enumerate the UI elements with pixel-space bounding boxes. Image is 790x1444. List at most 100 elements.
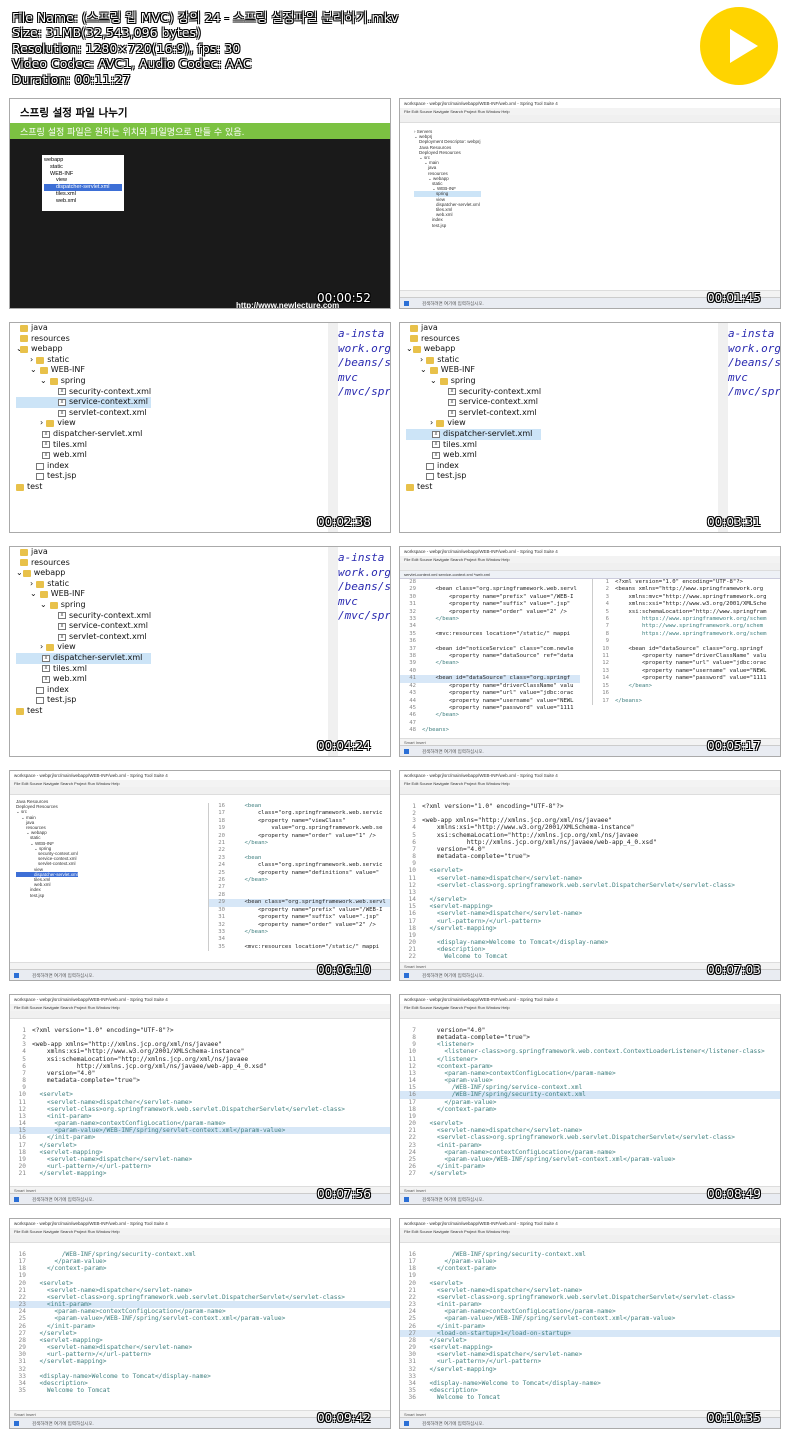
toolbar[interactable] [10, 1011, 390, 1019]
code-editor-web[interactable]: 16 /WEB-INF/spring/security-context.xml 1… [10, 1251, 390, 1394]
code-line[interactable]: 45 <property name="password" value="1111 [400, 705, 580, 712]
menu-bar[interactable]: File Edit Source Navigate Search Project… [10, 1228, 390, 1235]
code-line[interactable]: 36 Welcome to Tomcat [400, 1394, 780, 1401]
code-line[interactable]: 19 value="org.springframework.web.se [209, 825, 390, 832]
code-line[interactable]: 38 <property name="dataSource" ref="data [400, 653, 580, 660]
code-line[interactable]: 11 <servlet-name>dispatcher</servlet-nam… [400, 875, 780, 882]
code-line[interactable]: 27 </servlet> [400, 1170, 780, 1177]
code-line[interactable]: 12 <context-param> [400, 1063, 780, 1070]
code-line[interactable]: 46 </bean> [400, 712, 580, 719]
code-line[interactable]: 17 </param-value> [400, 1258, 780, 1265]
menu-bar[interactable]: File Edit Source Navigate Search Project… [400, 556, 780, 563]
code-editor-web[interactable]: 7 version="4.0" 8 metadata-complete="true… [400, 1027, 780, 1177]
code-line[interactable]: 16 </init-param> [10, 1134, 390, 1141]
code-line[interactable]: 23 <init-param> [400, 1301, 780, 1308]
code-line[interactable]: 30 <servlet-name>dispatcher</servlet-nam… [400, 1351, 780, 1358]
code-line[interactable]: 16 <servlet-name>dispatcher</servlet-nam… [400, 910, 780, 917]
code-line[interactable]: 12 <servlet-class>org.springframework.we… [400, 882, 780, 889]
code-editor-web[interactable]: 16 /WEB-INF/spring/security-context.xml 1… [400, 1251, 780, 1401]
code-line[interactable]: 25 <param-value>/WEB-INF/spring/servlet-… [400, 1156, 780, 1163]
code-line[interactable]: 10 <servlet> [400, 867, 780, 874]
code-line[interactable]: 32 <property name="order" value="2" /> [209, 922, 390, 929]
code-line[interactable]: 32 </servlet-mapping> [400, 1366, 780, 1373]
code-line[interactable]: 13 <init-param> [10, 1113, 390, 1120]
code-line[interactable]: 23 <init-param> [10, 1301, 390, 1309]
code-line[interactable]: 40 [400, 668, 580, 675]
code-line[interactable]: 24 class="org.springframework.web.servic [209, 862, 390, 869]
code-line[interactable]: 14 <param-name>contextConfigLocation</pa… [10, 1120, 390, 1127]
code-line[interactable]: 11 <servlet-name>dispatcher</servlet-nam… [10, 1099, 390, 1106]
code-line[interactable]: 7 version="4.0" [400, 846, 780, 853]
editor-tabs[interactable]: servlet-context.xml service-context.xml … [400, 571, 780, 579]
toolbar[interactable] [400, 1011, 780, 1019]
code-line[interactable]: 6 http://xmlns.jcp.org/xml/ns/javaee/web… [10, 1063, 390, 1070]
code-line[interactable]: 3 xmlns:mvc="http://www.springframework.… [593, 594, 780, 601]
thumbnail-8[interactable]: workspace - webprj/src/main/webapp/WEB-I… [399, 770, 781, 981]
code-line[interactable]: 47 [400, 720, 580, 727]
menu-bar[interactable]: File Edit Source Navigate Search Project… [10, 1004, 390, 1011]
code-line[interactable]: 32 [10, 1366, 390, 1373]
code-line[interactable]: 21 <description> [400, 946, 780, 953]
toolbar[interactable] [400, 563, 780, 571]
code-line[interactable]: 31 <property name="suffix" value=".jsp" [209, 914, 390, 921]
project-tree[interactable]: java resources ⌄webapp ›static ⌄WEB-INF … [406, 323, 542, 493]
code-line[interactable]: 17 </param-value> [400, 1099, 780, 1106]
code-line[interactable]: 18 </context-param> [10, 1265, 390, 1272]
code-line[interactable]: 17 </servlet> [10, 1142, 390, 1149]
code-line[interactable]: 13 <param-name>contextConfigLocation</pa… [400, 1070, 780, 1077]
code-line[interactable]: 35 Welcome to Tomcat [10, 1387, 390, 1394]
code-line[interactable]: 19 [400, 1272, 780, 1279]
code-line[interactable]: 7 http://www.springframework.org/schem [593, 623, 780, 630]
code-line[interactable]: 8 metadata-complete="true"> [400, 853, 780, 860]
code-line[interactable]: 8 metadata-complete="true"> [400, 1034, 780, 1041]
code-line[interactable]: 32 <property name="order" value="2" /> [400, 609, 580, 616]
code-line[interactable]: 30 <property name="prefix" value="/WEB-I [400, 594, 580, 601]
project-tree[interactable]: Java Resources Deployed Resources ⌄ src ⌄ m… [16, 799, 78, 898]
thumbnail-10[interactable]: workspace - webprj/src/main/webapp/WEB-I… [399, 994, 781, 1205]
code-line[interactable]: 14 <property name="password" value="1111 [593, 675, 780, 682]
toolbar[interactable] [10, 787, 390, 795]
code-line[interactable]: 24 <param-name>contextConfigLocation</pa… [400, 1149, 780, 1156]
code-line[interactable]: 34 <description> [10, 1380, 390, 1387]
code-line[interactable]: 16 [593, 690, 780, 697]
code-line[interactable]: 11 </listener> [400, 1056, 780, 1063]
code-line[interactable]: 28 [209, 892, 390, 899]
code-line[interactable]: 42 <property name="driverClassName" valu [400, 683, 580, 690]
code-line[interactable]: 29 <bean class="org.springframework.web.… [400, 586, 580, 593]
code-line[interactable]: 35 <mvc:resources location="/static/" ma… [209, 944, 390, 951]
code-line[interactable]: 16 <bean [209, 803, 390, 810]
code-line[interactable]: 16 /WEB-INF/spring/security-context.xml [400, 1251, 780, 1258]
code-line[interactable]: 14 </servlet> [400, 896, 780, 903]
code-line[interactable]: 22 [209, 847, 390, 854]
code-line[interactable]: 8 https://www.springframework.org/schem [593, 631, 780, 638]
code-line[interactable]: 41 <bean id="dataSource" class="org.spri… [400, 675, 580, 683]
code-editor-dispatcher[interactable]: 16 <bean 17 class="org.springframework.we… [208, 803, 390, 952]
code-line[interactable]: 18 </context-param> [400, 1106, 780, 1113]
code-line[interactable]: 16 /WEB-INF/spring/security-context.xml [400, 1091, 780, 1099]
thumbnail-3[interactable]: java resources ⌄webapp ›static ⌄WEB-INF … [9, 322, 391, 533]
code-line[interactable]: 18 </servlet-mapping> [400, 925, 780, 932]
code-line[interactable]: 10 <listener-class>org.springframework.w… [400, 1048, 780, 1055]
code-line[interactable]: 34 <display-name>Welcome to Tomcat</disp… [400, 1380, 780, 1387]
code-line[interactable]: 39 </bean> [400, 660, 580, 667]
project-tree[interactable]: java resources ⌄webapp ›static ⌄WEB-INF … [16, 547, 152, 717]
code-line[interactable]: 4 xmlns:xsi="http://www.w3.org/2001/XMLS… [10, 1048, 390, 1055]
code-line[interactable]: 27 <load-on-startup>1</load-on-startup> [400, 1329, 780, 1337]
code-line[interactable]: 2 <beans xmlns="http://www.springframewor… [593, 586, 780, 593]
code-line[interactable]: 17 </param-value> [10, 1258, 390, 1265]
code-line[interactable]: 20 <url-pattern>/</url-pattern> [10, 1163, 390, 1170]
code-line[interactable]: 4 xmlns:xsi="http://www.w3.org/2001/XMLS… [593, 601, 780, 608]
code-line[interactable]: 1 <?xml version="1.0" encoding="UTF-8"?> [593, 579, 780, 586]
code-line[interactable]: 25 <property name="definitions" value=" [209, 870, 390, 877]
code-line[interactable]: 19 [10, 1272, 390, 1279]
code-line[interactable]: 21 <servlet-name>dispatcher</servlet-nam… [400, 1127, 780, 1134]
code-editor-web[interactable]: 1 <?xml version="1.0" encoding="UTF-8"?> 2… [10, 1027, 390, 1177]
code-line[interactable]: 29 <bean class="org.springframework.web.… [209, 899, 390, 907]
code-editor-service[interactable]: 1 <?xml version="1.0" encoding="UTF-8"?> 2… [592, 579, 780, 705]
code-line[interactable]: 26 </init-param> [400, 1323, 780, 1330]
code-line[interactable]: 11 <property name="driverClassName" valu [593, 653, 780, 660]
code-line[interactable]: 12 <property name="url" value="jdbc:orac [593, 660, 780, 667]
code-line[interactable]: 27 </servlet> [10, 1330, 390, 1337]
code-line[interactable]: 19 [400, 1113, 780, 1120]
code-line[interactable]: 15 /WEB-INF/spring/service-context.xml [400, 1084, 780, 1091]
